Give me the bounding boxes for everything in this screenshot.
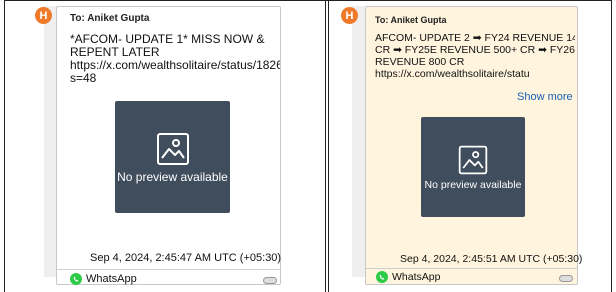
show-more-link[interactable]: Show more (517, 91, 573, 103)
image-placeholder-icon (458, 145, 488, 174)
preview-label: No preview available (424, 178, 522, 191)
source-footer: WhatsApp (70, 273, 137, 285)
timestamp: Sep 4, 2024, 2:45:51 AM UTC (+05:30) (400, 253, 583, 265)
card-side-strip (352, 6, 365, 277)
whatsapp-icon (70, 273, 82, 285)
source-label: WhatsApp (86, 273, 137, 285)
message-card-selected[interactable]: To: Aniket Gupta AFCOM- UPDATE 2 ➡ FY24 … (365, 6, 582, 285)
source-label: WhatsApp (392, 271, 441, 283)
link-preview[interactable]: No preview available (115, 101, 230, 213)
message-link[interactable]: https://x.com/wealthsolitaire/status/182… (70, 59, 280, 72)
table-divider (325, 0, 326, 292)
message-card[interactable]: To: Aniket Gupta *AFCOM- UPDATE 1* MISS … (56, 6, 281, 285)
recipient-label: To: Aniket Gupta (70, 13, 150, 24)
table-border-left (4, 0, 5, 292)
table-border-top (4, 0, 612, 1)
message-line: AFCOM- UPDATE 2 ➡ FY24 REVENUE 146 (375, 32, 575, 44)
collapse-icon[interactable] (559, 275, 573, 282)
source-footer: WhatsApp (376, 271, 440, 283)
timestamp: Sep 4, 2024, 2:45:47 AM UTC (+05:30) (90, 252, 282, 264)
collapse-icon[interactable] (263, 277, 277, 284)
message-text: *AFCOM- UPDATE 1* MISS NOW & REPENT LATE… (70, 33, 280, 85)
footer-divider (57, 269, 280, 270)
message-line: s=48 (70, 71, 97, 85)
link-preview[interactable]: No preview available (421, 117, 525, 217)
image-placeholder-icon (156, 132, 189, 165)
table-divider-inner (328, 0, 329, 292)
table-border-right (611, 0, 612, 292)
recipient-label: To: Aniket Gupta (375, 15, 447, 25)
message-line: CR ➡ FY25E REVENUE 500+ CR ➡ FY26E (375, 44, 575, 56)
sender-avatar: H (341, 7, 358, 24)
message-link[interactable]: https://x.com/wealthsolitaire/statu (375, 68, 575, 80)
message-line: REVENUE 800 CR (375, 56, 465, 68)
footer-divider (366, 268, 577, 269)
message-text: AFCOM- UPDATE 2 ➡ FY24 REVENUE 146 CR ➡ … (375, 32, 575, 80)
whatsapp-icon (376, 271, 388, 283)
preview-label: No preview available (117, 169, 228, 184)
sender-avatar: H (35, 7, 52, 24)
